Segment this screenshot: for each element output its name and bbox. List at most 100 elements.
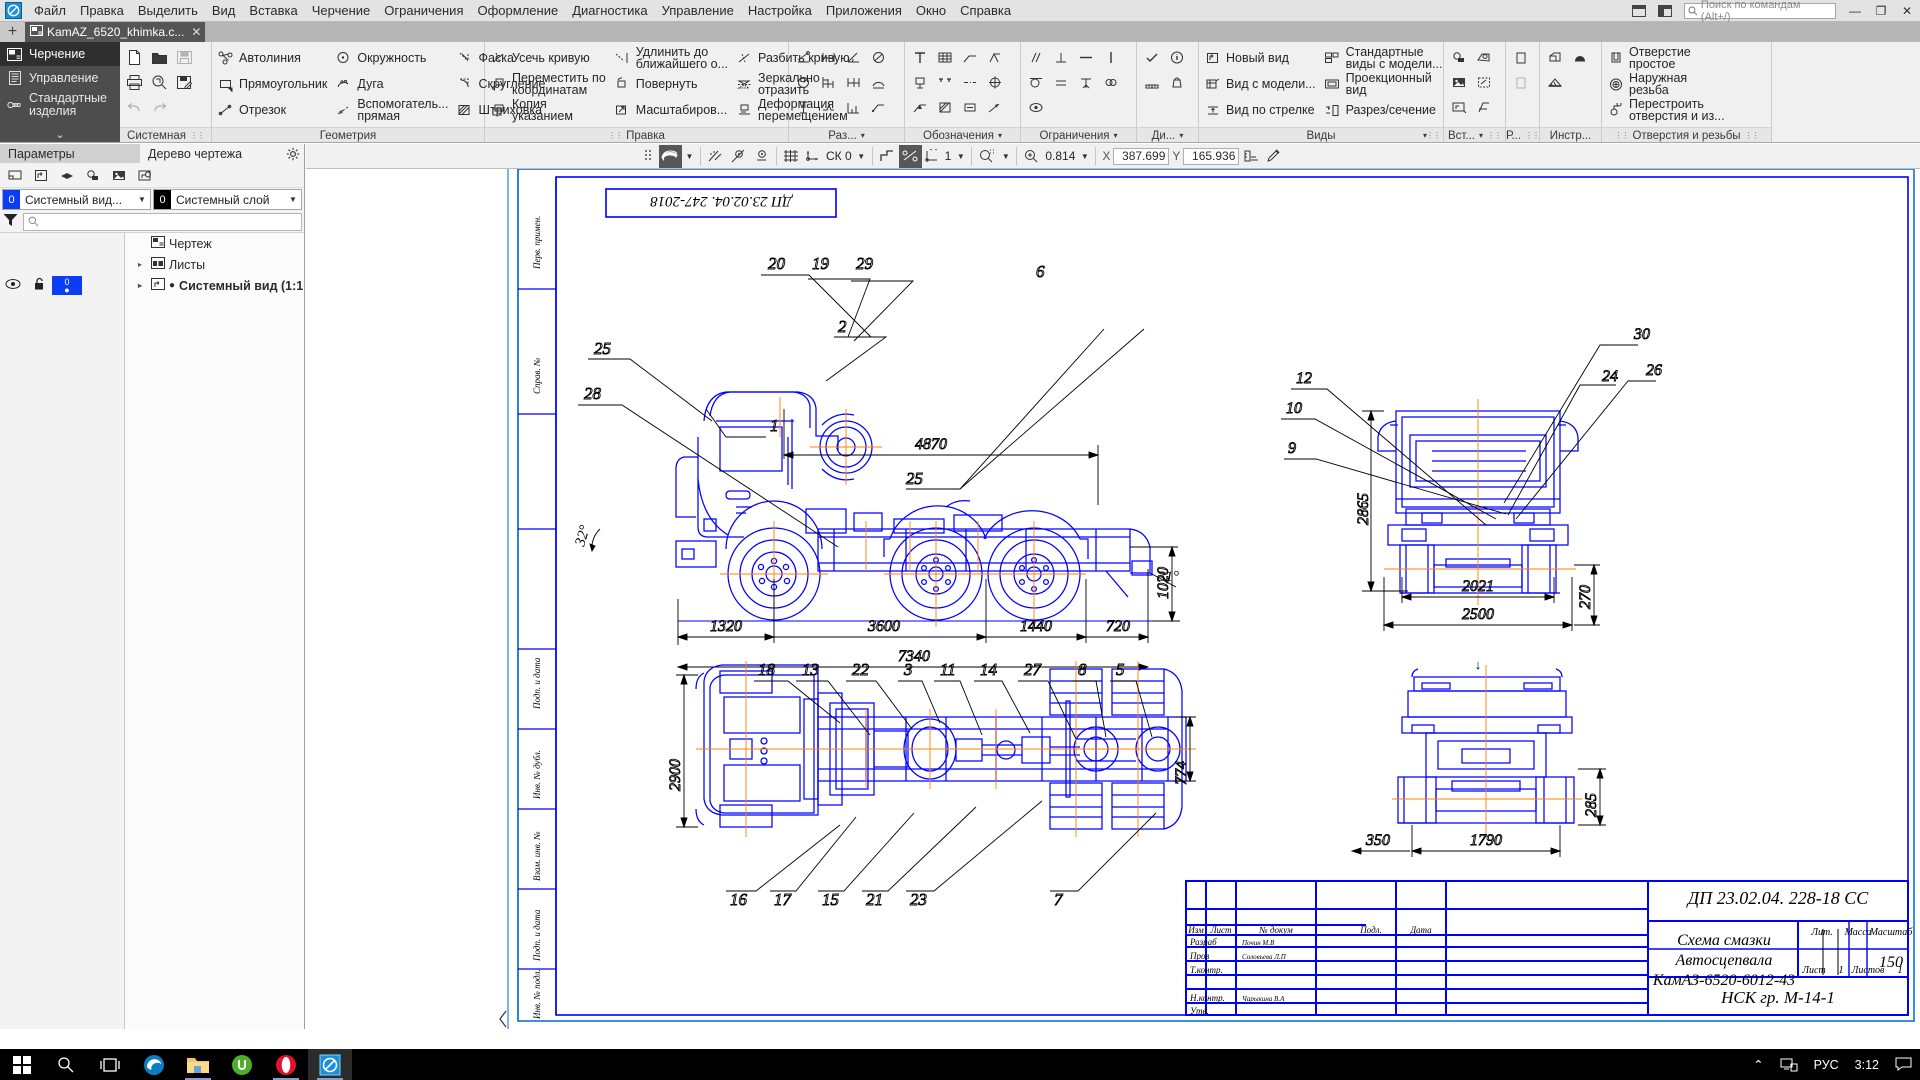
redo-icon[interactable] [147, 95, 172, 120]
clock[interactable]: 3:12 [1847, 1049, 1887, 1080]
marking-icon[interactable] [957, 95, 982, 120]
grip-icon[interactable]: ⋮⋮ [190, 131, 205, 140]
grip-icon[interactable]: ⋮⋮ [1614, 131, 1629, 140]
copy-button[interactable]: Копия указанием [487, 97, 611, 123]
dim-chain-icon[interactable] [841, 70, 866, 95]
rotate-button[interactable]: Повернуть [611, 71, 733, 97]
zoom-window-icon[interactable] [975, 145, 998, 168]
external-thread-button[interactable]: Наружная резьба [1604, 71, 1730, 97]
tree-expander[interactable]: ▸ [138, 260, 147, 269]
minimize-button[interactable]: — [1842, 0, 1868, 21]
snap-view-icon[interactable] [750, 145, 773, 168]
open-folder-icon[interactable] [147, 45, 172, 70]
new-tab-button[interactable]: + [0, 22, 25, 42]
chevron-down-icon[interactable]: ▼ [953, 152, 968, 161]
report-empty-icon[interactable] [1508, 70, 1533, 95]
dim-base-icon[interactable] [816, 70, 841, 95]
constraint-show-icon[interactable] [1023, 95, 1048, 120]
dim-angular-icon[interactable] [841, 45, 866, 70]
tab-drawing-tree[interactable]: Дерево чертежа [140, 144, 282, 163]
ribbon-tab-drafting[interactable]: Черчение [0, 42, 120, 66]
insert-fragment-icon[interactable] [1446, 45, 1471, 70]
utorrent-button[interactable] [220, 1049, 264, 1080]
tool-rib-icon[interactable] [1542, 70, 1567, 95]
dim-note-icon[interactable] [866, 95, 891, 120]
zoom-icon[interactable] [1020, 145, 1043, 168]
dim-linear-icon[interactable] [816, 45, 841, 70]
dim-height-icon[interactable] [791, 95, 816, 120]
table-icon[interactable] [932, 45, 957, 70]
save-as-icon[interactable] [172, 70, 197, 95]
view-combo[interactable]: 0 Системный вид... ▼ [2, 189, 151, 210]
diag-check-icon[interactable] [1139, 45, 1164, 70]
view-from-model-button[interactable]: Вид с модели... [1201, 71, 1321, 97]
insert-object-icon[interactable] [1471, 70, 1496, 95]
dim-diameter-icon[interactable] [866, 45, 891, 70]
ribbon-tab-manage[interactable]: Управление [0, 66, 120, 90]
layer-icon[interactable] [54, 163, 79, 188]
menu-item-formatting[interactable]: Оформление [471, 1, 566, 20]
insert-obj-icon[interactable] [80, 163, 105, 188]
dim-arc-icon[interactable] [866, 70, 891, 95]
aux-line-button[interactable]: Вспомогатель... прямая [332, 97, 453, 123]
new-document-icon[interactable] [122, 45, 147, 70]
opera-button[interactable] [264, 1049, 308, 1080]
dim-break-icon[interactable] [816, 95, 841, 120]
taskview-button[interactable] [88, 1049, 132, 1080]
projection-view-button[interactable]: Проекционный вид [1321, 71, 1448, 97]
arrow-icon[interactable] [982, 95, 1007, 120]
tree-item-drawing[interactable]: Чертеж [125, 233, 304, 254]
constraint-vert-icon[interactable] [1098, 45, 1123, 70]
dim-radial-icon[interactable] [791, 70, 816, 95]
snapping-button[interactable] [898, 144, 922, 168]
start-button[interactable] [0, 1049, 44, 1080]
hatch2-icon[interactable] [932, 95, 957, 120]
center-mark-icon[interactable] [982, 70, 1007, 95]
ortho-icon[interactable] [876, 145, 899, 168]
menu-item-help[interactable]: Справка [953, 1, 1018, 20]
report-icon[interactable] [1508, 45, 1533, 70]
eyedropper-icon[interactable] [1262, 145, 1285, 168]
tree-item-system-view[interactable]: ▸ ● Системный вид (1:1 [125, 275, 304, 296]
menu-item-select[interactable]: Выделить [131, 1, 205, 20]
close-button[interactable]: ✕ [1894, 0, 1920, 21]
scale-selector[interactable]: 1 [922, 145, 954, 168]
segment-button[interactable]: Отрезок [214, 97, 332, 123]
insert-view-icon[interactable] [1471, 45, 1496, 70]
view-prop-icon[interactable] [2, 163, 27, 188]
simple-hole-button[interactable]: Отверстие простое [1604, 45, 1730, 71]
network-icon[interactable] [1772, 1049, 1806, 1080]
menu-item-file[interactable]: Файл [27, 1, 73, 20]
rectangle-button[interactable]: Прямоугольник [214, 71, 332, 97]
grip-icon[interactable]: ⋮⋮ [1426, 131, 1441, 140]
move-by-coords-button[interactable]: Переместить по координатам [487, 71, 611, 97]
notification-icon[interactable] [1887, 1049, 1920, 1080]
constraint-horiz-icon[interactable] [1073, 45, 1098, 70]
arrow-view-button[interactable]: Вид по стрелке [1201, 97, 1321, 123]
tree-item-sheets[interactable]: ▸ Листы [125, 254, 304, 275]
weld-icon[interactable] [907, 95, 932, 120]
leader-icon[interactable] [957, 45, 982, 70]
search-input[interactable]: Поиск по командам (Alt+/) [1684, 0, 1836, 23]
autoline-button[interactable]: Автолиния [214, 45, 332, 71]
edge-button[interactable] [132, 1049, 176, 1080]
dim-ord-icon[interactable] [841, 95, 866, 120]
insert-local-icon[interactable] [1446, 95, 1471, 120]
tree-expander[interactable]: ▸ [138, 281, 147, 290]
tab-parameters[interactable]: Параметры [0, 144, 140, 163]
trim-curve-button[interactable]: Усечь кривую [487, 45, 611, 71]
close-icon[interactable]: ✕ [191, 25, 201, 39]
chevron-down-icon[interactable]: ▼ [682, 152, 697, 161]
menu-item-drafting[interactable]: Черчение [305, 1, 378, 20]
menu-item-window[interactable]: Окно [909, 1, 953, 20]
grid-icon[interactable] [780, 145, 803, 168]
x-coordinate-field[interactable]: 387.699 [1113, 147, 1170, 165]
new-view-button[interactable]: Новый вид [1201, 45, 1321, 71]
constraint-coinc-icon[interactable] [1098, 70, 1123, 95]
constraint-perp-icon[interactable] [1048, 45, 1073, 70]
image-icon[interactable] [106, 163, 131, 188]
constraint-parallel-icon[interactable] [1023, 45, 1048, 70]
line-style-button[interactable] [659, 144, 682, 168]
drawing-canvas[interactable]: Перв. примен. Справ. № Подп. и дата Инв.… [306, 169, 1920, 1029]
chevron-down-icon[interactable]: ▼ [134, 195, 150, 204]
